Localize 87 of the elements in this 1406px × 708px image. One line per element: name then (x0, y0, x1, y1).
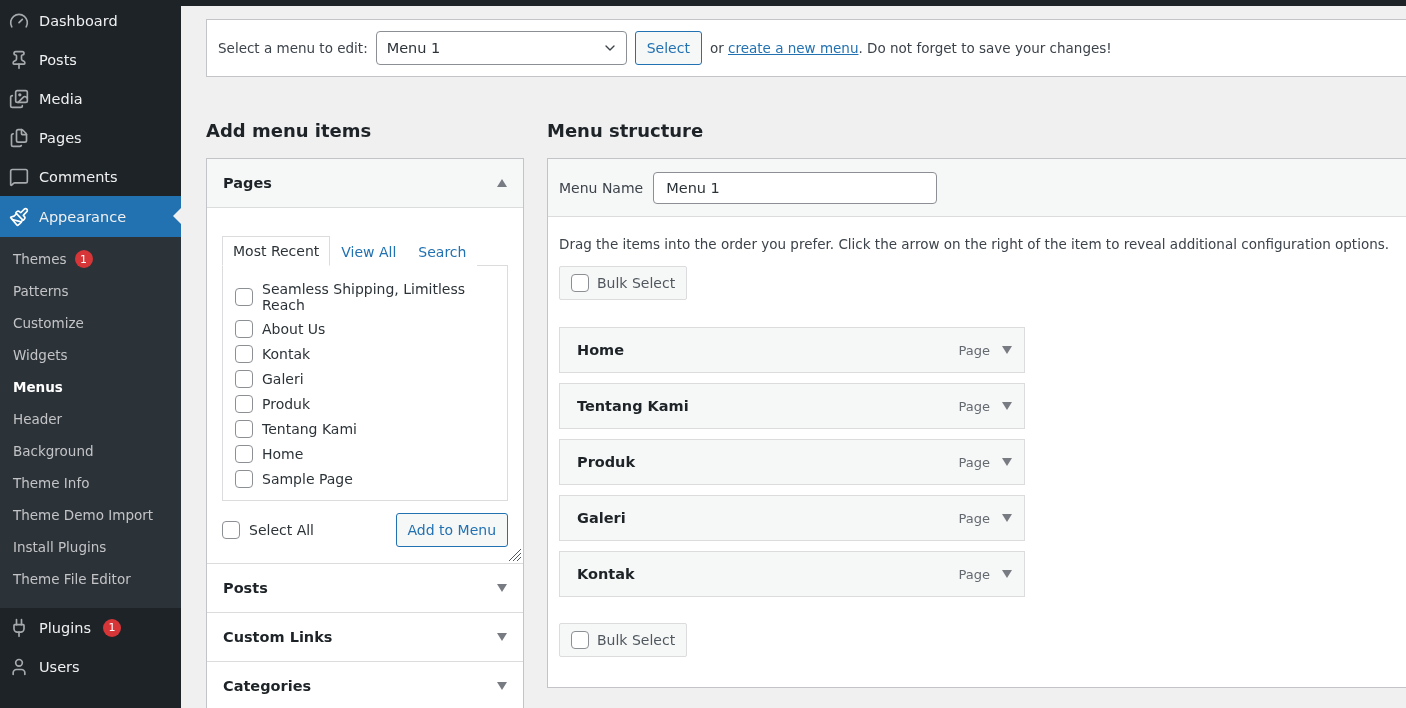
checkbox[interactable] (235, 470, 253, 488)
select-button[interactable]: Select (634, 31, 702, 65)
expand-arrow-icon[interactable] (1002, 346, 1012, 354)
comment-icon (9, 166, 29, 187)
menu-dropdown[interactable]: Menu 1 (375, 31, 627, 65)
menu-item-title: Home (577, 342, 626, 358)
expand-arrow-icon[interactable] (1002, 570, 1012, 578)
menu-item-card[interactable]: Galeri Page (559, 495, 1025, 541)
count-badge: 1 (74, 250, 93, 268)
menu-item-type: Page (958, 342, 990, 358)
submenu-item[interactable]: Header (0, 403, 181, 435)
sidebar-item[interactable]: Users (0, 647, 181, 686)
checkbox[interactable] (235, 420, 253, 438)
expand-arrow-icon[interactable] (497, 633, 507, 641)
menu-item-title: Tentang Kami (577, 398, 690, 414)
expand-arrow-icon[interactable] (1002, 458, 1012, 466)
tab[interactable]: Most Recent (222, 236, 331, 266)
submenu-item[interactable]: Themes 1 (0, 243, 181, 275)
checkbox-label: Select All (249, 522, 314, 538)
menu-name-field[interactable]: Menu 1 (653, 171, 938, 204)
user-icon (9, 656, 29, 677)
pin-icon (9, 49, 29, 70)
paintbrush-icon (9, 206, 29, 227)
checkbox-label: Seamless Shipping, Limitless Reach (262, 281, 467, 313)
menu-item-title: Produk (577, 454, 637, 470)
menu-item-title: Kontak (577, 566, 636, 582)
sidebar-item[interactable]: Plugins 1 (0, 608, 181, 647)
count-badge: 1 (102, 618, 121, 637)
submenu-item[interactable]: Customize (0, 307, 181, 339)
expand-arrow-icon[interactable] (1002, 402, 1012, 410)
submenu-item[interactable]: Menus (0, 371, 181, 403)
checkbox[interactable] (222, 521, 240, 539)
checkbox-label: Galeri (262, 371, 304, 387)
bulk-select-button[interactable]: Bulk Select (559, 266, 688, 300)
submenu-item[interactable]: Patterns (0, 275, 181, 307)
menu-item-type: Page (958, 566, 990, 582)
checkbox[interactable] (571, 274, 589, 292)
checkbox-label: Kontak (262, 346, 311, 362)
checkbox[interactable] (235, 345, 253, 363)
sidebar-item[interactable]: Pages (0, 118, 181, 157)
sidebar-item[interactable]: Media (0, 79, 181, 118)
sidebar-item[interactable]: Appearance (0, 196, 181, 237)
add-to-menu-button[interactable]: Add to Menu (395, 513, 508, 547)
checkbox[interactable] (235, 395, 253, 413)
menu-item-type: Page (958, 398, 990, 414)
submenu-item[interactable]: Theme Demo Import (0, 499, 181, 531)
checkbox-label: About Us (262, 321, 326, 337)
checkbox-label: Sample Page (262, 471, 353, 487)
checkbox[interactable] (235, 288, 253, 306)
bulk-select-button[interactable]: Bulk Select (559, 623, 688, 657)
checkbox-label: Tentang Kami (262, 421, 357, 437)
sidebar-item[interactable]: Posts (0, 40, 181, 79)
section-heading: Menu structure (547, 120, 705, 141)
expand-arrow-icon[interactable] (497, 682, 507, 690)
menu-item-card[interactable]: Home Page (559, 327, 1025, 373)
section-heading: Add menu items (206, 120, 373, 141)
submenu-item[interactable]: Widgets (0, 339, 181, 371)
instructions-text: Drag the items into the order you prefer. Click the arrow on the right of the item to reveal additional configuration options. (559, 236, 1391, 252)
accordion-header[interactable]: Pages (207, 159, 523, 208)
resize-handle-icon[interactable] (506, 546, 522, 562)
checkbox[interactable] (235, 445, 253, 463)
checkbox[interactable] (571, 631, 589, 649)
expand-arrow-icon[interactable] (1002, 514, 1012, 522)
expand-arrow-icon[interactable] (497, 584, 507, 592)
checkbox-label: Produk (262, 396, 311, 412)
sidebar-item[interactable]: Comments (0, 157, 181, 196)
menu-item-card[interactable]: Kontak Page (559, 551, 1025, 597)
menu-item-type: Page (958, 454, 990, 470)
menu-select-label: Select a menu to edit: (218, 40, 368, 56)
menu-item-card[interactable]: Tentang Kami Page (559, 383, 1025, 429)
media-icon (9, 88, 29, 109)
checkbox-label: Home (262, 446, 304, 462)
menu-name-label: Menu Name (559, 179, 644, 196)
create-menu-link[interactable]: create a new menu (728, 40, 859, 56)
menu-item-title: Galeri (577, 510, 627, 526)
create-menu-sentence: or create a new menu. Do not forget to save your changes! (709, 40, 1112, 56)
menu-item-card[interactable]: Produk Page (559, 439, 1025, 485)
submenu-item[interactable]: Theme File Editor (0, 563, 181, 595)
checkbox[interactable] (235, 320, 253, 338)
submenu-item[interactable]: Background (0, 435, 181, 467)
menu-item-type: Page (958, 510, 990, 526)
pages-icon (9, 127, 29, 148)
checkbox[interactable] (235, 370, 253, 388)
collapse-arrow-icon[interactable] (497, 179, 507, 187)
sidebar-item[interactable]: Dashboard (0, 1, 181, 40)
submenu-item[interactable]: Theme Info (0, 467, 181, 499)
submenu-item[interactable]: Install Plugins (0, 531, 181, 563)
